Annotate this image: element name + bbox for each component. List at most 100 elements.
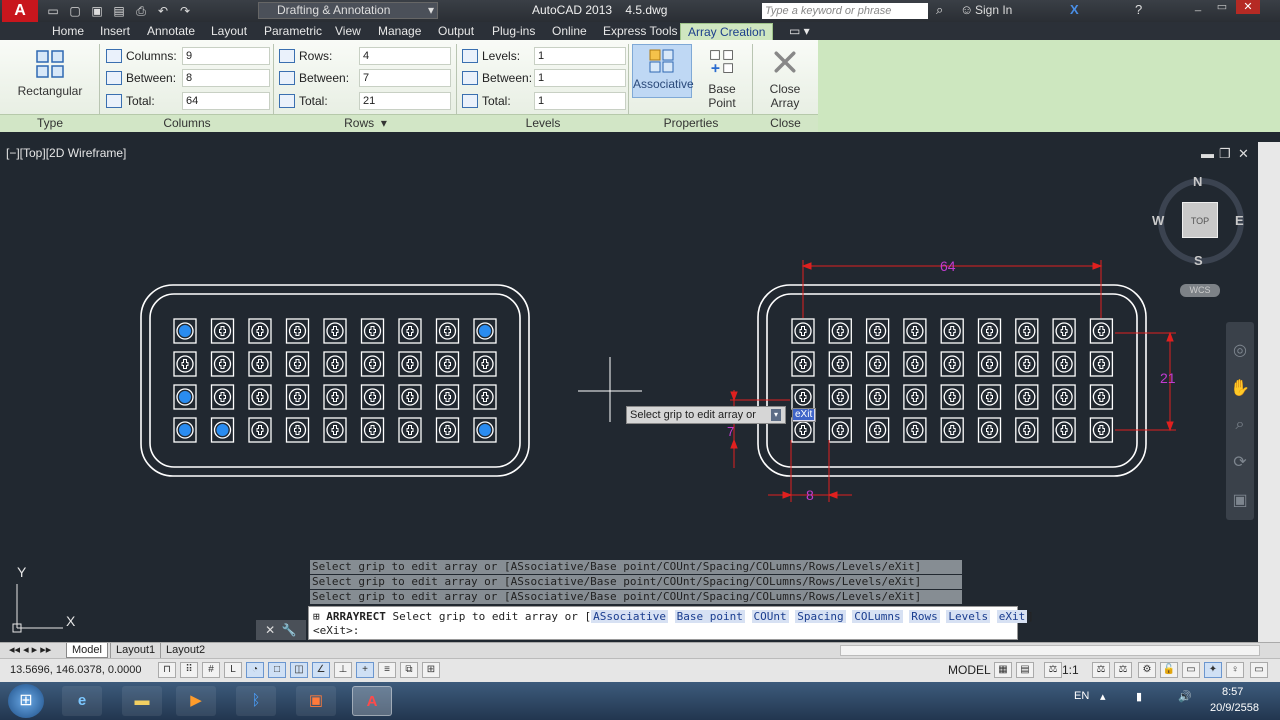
tab-express-tools[interactable]: Express Tools bbox=[596, 23, 684, 40]
array-cell[interactable] bbox=[828, 384, 852, 410]
rows-panel-title[interactable]: Rows ▾ bbox=[274, 114, 457, 132]
compass-east[interactable]: E bbox=[1235, 213, 1244, 228]
rows-between-input[interactable]: 7 bbox=[359, 69, 451, 87]
array-cell[interactable] bbox=[248, 351, 272, 377]
array-cell[interactable] bbox=[1052, 351, 1076, 377]
columns-total-input[interactable]: 64 bbox=[182, 92, 270, 110]
network-icon[interactable]: ▮ bbox=[1136, 690, 1142, 703]
allow-ucs-icon[interactable]: ⊥ bbox=[334, 662, 352, 678]
array-cell[interactable] bbox=[360, 318, 385, 344]
customize-icon[interactable]: 🔧 bbox=[282, 623, 297, 637]
array-cell[interactable] bbox=[360, 417, 385, 443]
option-rows[interactable]: Rows bbox=[909, 610, 940, 623]
array-cell[interactable] bbox=[210, 417, 235, 443]
plot-icon[interactable]: ⎙ bbox=[132, 2, 150, 20]
open-icon[interactable]: ▢ bbox=[66, 2, 84, 20]
zoom-icon[interactable]: ⌕ bbox=[1226, 416, 1254, 434]
columns-between-input[interactable]: 8 bbox=[182, 69, 270, 87]
levels-total-input[interactable]: 1 bbox=[534, 92, 626, 110]
tab-plugins[interactable]: Plug-ins bbox=[485, 23, 542, 40]
associative-button[interactable]: Associative bbox=[632, 44, 694, 98]
array-grip[interactable] bbox=[479, 424, 491, 436]
tab-layout[interactable]: Layout bbox=[204, 23, 254, 40]
dynamic-input-icon[interactable]: + bbox=[356, 662, 374, 678]
array-cell[interactable] bbox=[323, 351, 347, 377]
pan-icon[interactable]: ✋ bbox=[1226, 378, 1254, 398]
search-icon[interactable]: ⌕ bbox=[936, 2, 943, 18]
workspace-switching-icon[interactable]: ⚙ bbox=[1138, 662, 1156, 678]
array-cell[interactable] bbox=[977, 417, 1002, 443]
undo-icon[interactable]: ↶ bbox=[154, 2, 172, 20]
array-cell[interactable] bbox=[977, 351, 1002, 377]
array-cell[interactable] bbox=[1015, 318, 1039, 344]
array-cell[interactable] bbox=[791, 318, 815, 344]
options-down-icon[interactable]: ▾ bbox=[771, 409, 781, 421]
quick-properties-icon[interactable]: ⊞ bbox=[422, 662, 440, 678]
annotation-scale-value[interactable]: 1:1 bbox=[1062, 663, 1079, 677]
array-cell[interactable] bbox=[1052, 417, 1076, 443]
option-levels[interactable]: Levels bbox=[946, 610, 991, 623]
array-grip[interactable] bbox=[479, 325, 491, 337]
array-cell[interactable] bbox=[285, 384, 310, 410]
tab-model[interactable]: Model bbox=[66, 643, 108, 658]
array-cell[interactable] bbox=[173, 384, 197, 410]
array-cell[interactable] bbox=[828, 417, 852, 443]
ortho-mode-icon[interactable]: L bbox=[224, 662, 242, 678]
command-line-input[interactable]: ⊞ ARRAYRECT Select grip to edit array or… bbox=[308, 606, 1034, 640]
array-cell[interactable] bbox=[791, 384, 815, 410]
object-snap-tracking-icon[interactable]: ∠ bbox=[312, 662, 330, 678]
array-cell[interactable] bbox=[398, 318, 422, 344]
array-cell[interactable] bbox=[865, 417, 890, 443]
rows-input[interactable]: 4 bbox=[359, 47, 451, 65]
array-cell[interactable] bbox=[903, 417, 927, 443]
presentation-app-icon[interactable]: ▣ bbox=[296, 686, 336, 716]
array-cell[interactable] bbox=[940, 318, 964, 344]
array-cell[interactable] bbox=[323, 417, 347, 443]
array-cell[interactable] bbox=[865, 318, 890, 344]
dimension-total-width-label[interactable]: 64 bbox=[940, 258, 956, 274]
levels-between-input[interactable]: 1 bbox=[534, 69, 626, 87]
annotation-visibility-icon[interactable]: ⚖ bbox=[1092, 662, 1110, 678]
array-cell[interactable] bbox=[865, 384, 890, 410]
array-cell[interactable] bbox=[791, 351, 815, 377]
array-cell[interactable] bbox=[360, 351, 385, 377]
search-input[interactable]: Type a keyword or phrase bbox=[762, 3, 928, 19]
snap-mode-icon[interactable]: ⠿ bbox=[180, 662, 198, 678]
close-array-button[interactable]: Close Array bbox=[754, 48, 816, 110]
array-cell[interactable] bbox=[1089, 318, 1114, 344]
showmotion-icon[interactable]: ▣ bbox=[1226, 490, 1254, 510]
help-icon[interactable]: ? bbox=[1135, 2, 1142, 17]
application-menu-button[interactable]: A bbox=[2, 0, 38, 22]
array-grip[interactable] bbox=[179, 424, 191, 436]
tab-parametric[interactable]: Parametric bbox=[257, 23, 329, 40]
quick-view-drawings-icon[interactable]: ▤ bbox=[1016, 662, 1034, 678]
workspace-dropdown[interactable]: Drafting & Annotation ▾ bbox=[258, 2, 438, 19]
close-button[interactable]: ✕ bbox=[1236, 0, 1260, 14]
array-cell[interactable] bbox=[828, 318, 852, 344]
close-icon[interactable]: ✕ bbox=[265, 623, 275, 637]
tab-annotate[interactable]: Annotate bbox=[140, 23, 202, 40]
array-cell[interactable] bbox=[398, 417, 422, 443]
option-columns[interactable]: COLumns bbox=[852, 610, 903, 623]
tab-view[interactable]: View bbox=[328, 23, 368, 40]
clock-time[interactable]: 8:57 bbox=[1222, 686, 1243, 698]
compass-west[interactable]: W bbox=[1152, 213, 1164, 228]
tab-layout1[interactable]: Layout1 bbox=[110, 643, 160, 658]
array-cell[interactable] bbox=[940, 417, 964, 443]
array-cell[interactable] bbox=[473, 351, 497, 377]
clock-date[interactable]: 20/9/2558 bbox=[1210, 702, 1259, 714]
tab-online[interactable]: Online bbox=[545, 23, 594, 40]
file-explorer-icon[interactable]: ▬ bbox=[122, 686, 162, 716]
array-cell[interactable] bbox=[435, 417, 460, 443]
rows-total-input[interactable]: 21 bbox=[359, 92, 451, 110]
volume-icon[interactable]: 🔊 bbox=[1178, 690, 1192, 703]
array-cell[interactable] bbox=[1089, 417, 1114, 443]
annotation-scale-icon[interactable]: ⚖ bbox=[1044, 662, 1062, 678]
array-cell[interactable] bbox=[473, 417, 497, 443]
option-exit[interactable]: eXit bbox=[996, 610, 1028, 623]
tab-layout2[interactable]: Layout2 bbox=[160, 643, 210, 658]
exchange-icon[interactable]: X bbox=[1070, 2, 1079, 17]
columns-input[interactable]: 9 bbox=[182, 47, 270, 65]
media-player-icon[interactable]: ▶ bbox=[176, 686, 216, 716]
array-cell[interactable] bbox=[435, 351, 460, 377]
